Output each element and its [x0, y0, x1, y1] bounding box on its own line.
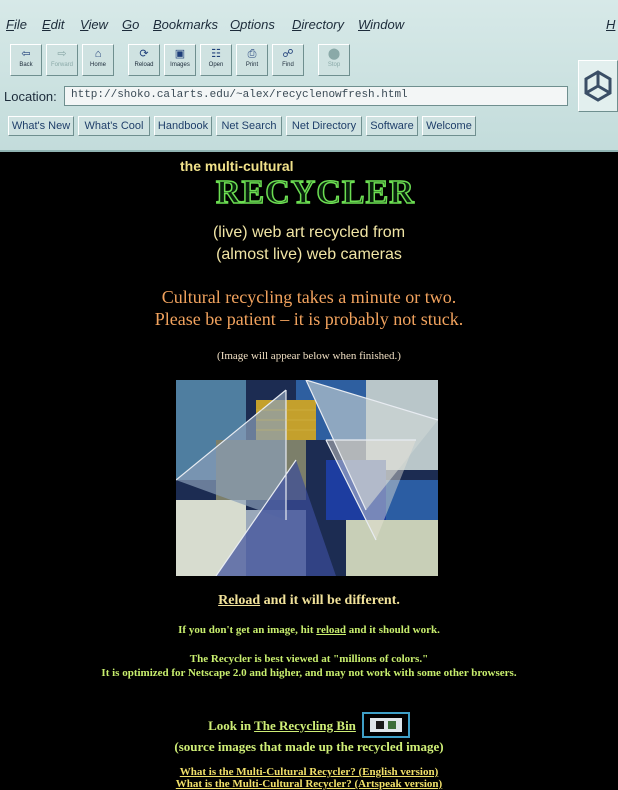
software-button[interactable]: Software — [366, 116, 418, 136]
stop-icon: ⬤ — [327, 48, 341, 60]
recycling-bin-icon[interactable] — [361, 712, 410, 738]
find-icon: ☍ — [282, 48, 294, 60]
notice-line-1: Cultural recycling takes a minute or two… — [161, 287, 457, 307]
about-links: What is the Multi-Cultural Recycler? (En… — [0, 766, 618, 790]
subtitle: (live) web art recycled from (almost liv… — [0, 222, 618, 266]
stop-label: Stop — [327, 62, 341, 68]
whats-cool-button[interactable]: What's Cool — [78, 116, 150, 136]
images-button[interactable]: ▣ Images — [164, 44, 196, 76]
netscape-logo-icon — [584, 70, 612, 102]
browser-notice: The Recycler is best viewed at "millions… — [0, 652, 618, 680]
reload-text: and it will be different. — [260, 593, 400, 608]
browser-logo[interactable] — [578, 60, 618, 112]
back-label: Back — [19, 62, 33, 68]
no-image-text-1: If you don't get an image, hit — [178, 624, 317, 636]
reload-button[interactable]: ⟳ Reload — [128, 44, 160, 76]
recycling-bin-link[interactable]: The Recycling Bin — [254, 718, 356, 733]
recycling-bin-block: Look in The Recycling Bin (source images… — [0, 712, 618, 756]
welcome-button[interactable]: Welcome — [422, 116, 476, 136]
menu-window[interactable]: Window — [358, 17, 404, 32]
location-field[interactable]: http://shoko.calarts.edu/~alex/recycleno… — [64, 86, 568, 106]
menu-bar: File Edit View Go Bookmarks Options Dire… — [0, 0, 618, 40]
notice-line-2: Please be patient – it is probably not s… — [154, 309, 464, 329]
forward-label: Forward — [50, 62, 73, 68]
menu-bookmarks[interactable]: Bookmarks — [153, 17, 218, 32]
small-title: the multi-cultural — [180, 158, 294, 174]
menu-directory[interactable]: Directory — [292, 17, 344, 32]
find-button[interactable]: ☍ Find — [272, 44, 304, 76]
subtitle-line-1: (live) web art recycled from — [212, 224, 406, 241]
find-label: Find — [282, 62, 294, 68]
reload-label: Reload — [134, 62, 154, 68]
menu-help[interactable]: H — [606, 17, 615, 32]
page-content: the multi-cultural RECYCLER (live) web a… — [0, 152, 618, 790]
menu-view[interactable]: View — [80, 17, 108, 32]
print-label: Print — [245, 62, 259, 68]
handbook-button[interactable]: Handbook — [154, 116, 212, 136]
reload-icon: ⟳ — [139, 48, 149, 60]
open-button[interactable]: ☷ Open — [200, 44, 232, 76]
menu-edit[interactable]: Edit — [42, 17, 64, 32]
net-directory-button[interactable]: Net Directory — [286, 116, 362, 136]
about-artspeak-link[interactable]: What is the Multi-Cultural Recycler? (Ar… — [0, 778, 618, 790]
browser-chrome: File Edit View Go Bookmarks Options Dire… — [0, 0, 618, 152]
open-icon: ☷ — [211, 48, 221, 60]
print-icon: ⎙ — [247, 48, 257, 60]
subtitle-line-2: (almost live) web cameras — [216, 246, 402, 263]
reload-line: Reload and it will be different. — [0, 593, 618, 609]
images-icon: ▣ — [174, 48, 186, 60]
colors-line-1: The Recycler is best viewed at "millions… — [189, 653, 429, 665]
back-arrow-icon: ⇦ — [21, 48, 31, 60]
images-label: Images — [170, 62, 190, 68]
page-title: RECYCLER — [215, 173, 415, 212]
reload-link[interactable]: Reload — [218, 593, 260, 608]
menu-go[interactable]: Go — [122, 17, 139, 32]
back-button[interactable]: ⇦ Back — [10, 44, 42, 76]
stop-button[interactable]: ⬤ Stop — [318, 44, 350, 76]
bin-description: (source images that made up the recycled… — [174, 739, 444, 754]
bin-text: Look in — [208, 718, 255, 733]
location-label: Location: — [4, 89, 57, 104]
recycled-image — [176, 380, 438, 576]
home-icon: ⌂ — [94, 48, 102, 60]
forward-button[interactable]: ⇨ Forward — [46, 44, 78, 76]
menu-options[interactable]: Options — [230, 17, 275, 32]
home-button[interactable]: ⌂ Home — [82, 44, 114, 76]
reload-inline-link[interactable]: reload — [316, 624, 346, 636]
colors-line-2: It is optimized for Netscape 2.0 and hig… — [101, 667, 517, 679]
forward-arrow-icon: ⇨ — [57, 48, 67, 60]
net-search-button[interactable]: Net Search — [216, 116, 282, 136]
print-button[interactable]: ⎙ Print — [236, 44, 268, 76]
home-label: Home — [89, 62, 106, 68]
no-image-text-2: and it should work. — [346, 624, 440, 636]
menu-file[interactable]: File — [6, 17, 27, 32]
open-label: Open — [208, 62, 224, 68]
patience-notice: Cultural recycling takes a minute or two… — [0, 286, 618, 330]
no-image-line: If you don't get an image, hit reload an… — [0, 624, 618, 636]
image-note: (Image will appear below when finished.) — [217, 350, 401, 362]
whats-new-button[interactable]: What's New — [8, 116, 74, 136]
about-english-link[interactable]: What is the Multi-Cultural Recycler? (En… — [0, 766, 618, 778]
